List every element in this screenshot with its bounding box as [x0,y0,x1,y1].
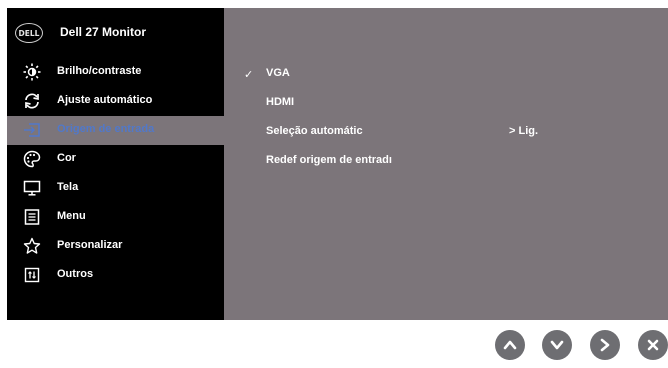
menu-item-color[interactable]: Cor [7,145,224,174]
color-palette-icon [23,150,41,168]
menu-item-others[interactable]: Outros [7,261,224,290]
menu-item-label: Tela [57,181,79,193]
menu-item-menu[interactable]: Menu [7,203,224,232]
menu-item-label: Brilho/contraste [57,65,142,77]
menu-item-label: Origem de entrada [57,123,155,135]
menu-item-personalize[interactable]: Personalizar [7,232,224,261]
enter-button[interactable] [590,330,620,360]
exit-button[interactable] [638,330,668,360]
menu-item-label: Outros [57,268,94,280]
down-button[interactable] [542,330,572,360]
menu-item-auto-adjust[interactable]: Ajuste automático [7,87,224,116]
menu-item-label: Ajuste automático [57,94,153,106]
brightness-icon [23,63,41,81]
main-menu-panel: DELL Dell 27 Monitor Brilho/contraste Aj… [7,8,224,320]
osd-window: DELL Dell 27 Monitor Brilho/contraste Aj… [7,8,668,320]
option-reset-input-source[interactable]: Redef origem de entradı [266,154,392,166]
menu-item-input-source[interactable]: Origem de entrada [7,116,224,145]
option-auto-select[interactable]: Seleção automátic [266,125,363,137]
menu-item-label: Cor [57,152,76,164]
submenu-panel: ✓ VGA HDMI Seleção automátic > Lig. Rede… [224,8,668,320]
up-button[interactable] [495,330,525,360]
menu-item-brightness-contrast[interactable]: Brilho/contraste [7,58,224,87]
osd-title: Dell 27 Monitor [60,25,147,39]
star-icon [23,237,41,254]
checkmark-icon: ✓ [244,69,254,81]
others-icon [24,267,40,283]
osd-header: DELL Dell 27 Monitor [7,8,224,56]
option-auto-select-value: > Lig. [509,125,539,137]
chevron-right-icon [600,338,610,352]
display-icon [23,180,41,196]
dell-logo: DELL [15,23,43,43]
main-menu: Brilho/contraste Ajuste automático Orige… [7,58,224,290]
menu-list-icon [24,209,40,225]
menu-item-display[interactable]: Tela [7,174,224,203]
menu-item-label: Menu [57,210,86,222]
chevron-up-icon [503,340,517,350]
menu-item-label: Personalizar [57,239,123,251]
input-source-icon [24,123,40,137]
auto-adjust-icon [25,93,39,109]
close-icon [647,339,659,351]
option-hdmi[interactable]: HDMI [266,96,294,108]
option-vga[interactable]: VGA [266,67,290,79]
chevron-down-icon [550,340,564,350]
